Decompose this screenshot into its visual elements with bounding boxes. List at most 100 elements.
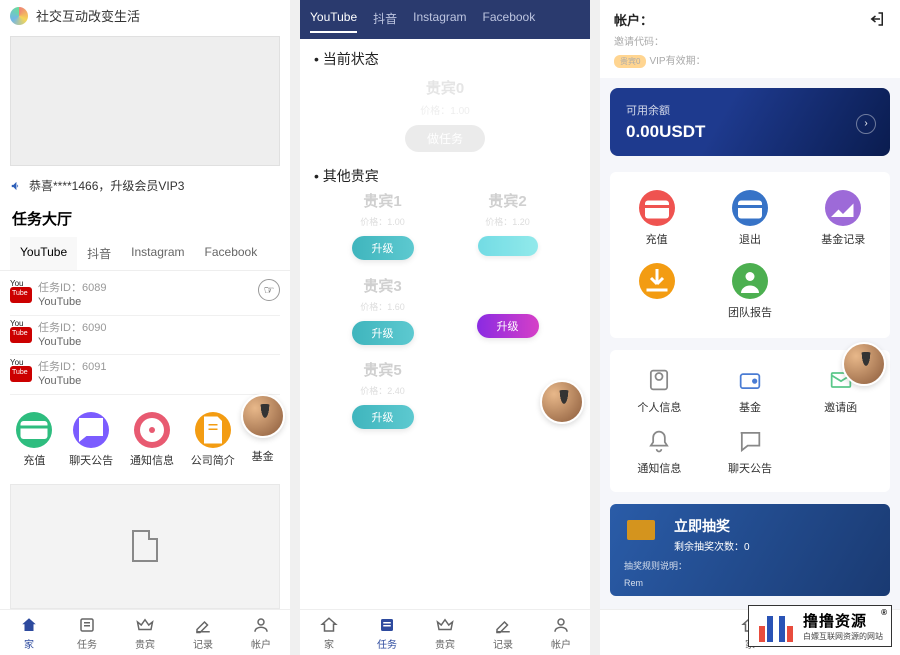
service-avatar[interactable]	[842, 342, 886, 386]
account-label: 帐户：	[614, 10, 886, 29]
chat-icon	[736, 427, 764, 455]
task-tabs: YouTube 抖音 Instagram Facebook	[0, 237, 290, 271]
team-report-item[interactable]: 团队报告	[703, 255, 796, 328]
nav-home[interactable]: 家	[19, 616, 39, 651]
balance-label: 可用余额	[626, 102, 874, 118]
team-icon	[732, 263, 768, 299]
upgrade-button[interactable]: 升级	[352, 321, 414, 345]
user-icon	[551, 616, 571, 634]
watermark-title: 撸撸资源	[803, 610, 883, 631]
service-avatar[interactable]	[241, 394, 285, 438]
slogan-text: 社交互动改变生活	[36, 6, 140, 25]
withdraw-item[interactable]: 退出	[703, 182, 796, 255]
nav-vip[interactable]: 贵宾	[435, 616, 455, 651]
bottom-nav: 家 任务 贵宾 记录 帐户	[0, 609, 290, 655]
task-row[interactable]: 任务ID：6090 YouTube	[10, 316, 280, 356]
download-item[interactable]	[610, 255, 703, 328]
nav-record[interactable]: 记录	[193, 616, 213, 651]
panel-account: 帐户： 邀请代码： 贵宾0VIP有效期： 可用余额 0.00USDT › 充值 …	[600, 0, 900, 655]
task-id: 任务ID：6091	[38, 360, 106, 374]
upgrade-button[interactable]: 升级	[352, 405, 414, 429]
tab-instagram[interactable]: Instagram	[121, 237, 194, 270]
logo-icon	[10, 7, 28, 25]
tab-douyin[interactable]: 抖音	[373, 10, 397, 33]
nav-record[interactable]: 记录	[493, 616, 513, 651]
task-name: YouTube	[38, 295, 106, 309]
lottery-remaining: 剩余抽奖次数：0	[674, 538, 876, 553]
task-list: ☞ 任务ID：6089 YouTube 任务ID：6090 YouTube 任务…	[0, 271, 290, 400]
nav-task[interactable]: 任务	[77, 616, 97, 651]
crown-icon	[135, 616, 155, 634]
company-action[interactable]: 公司简介	[191, 412, 235, 468]
chart-icon	[825, 190, 861, 226]
youtube-icon	[10, 327, 32, 343]
chat-notice-item[interactable]: 聊天公告	[705, 421, 796, 482]
logout-icon[interactable]	[868, 10, 886, 28]
tab-youtube[interactable]: YouTube	[310, 10, 357, 33]
account-menu-grid: 充值 退出 基金记录 团队报告	[610, 172, 890, 338]
platform-tabs: YouTube 抖音 Instagram Facebook	[300, 0, 590, 39]
chat-notice-action[interactable]: 聊天公告	[69, 412, 113, 468]
nav-account[interactable]: 帐户	[551, 616, 571, 651]
profile-item[interactable]: 个人信息	[614, 360, 705, 421]
recharge-item[interactable]: 充值	[610, 182, 703, 255]
lottery-title: 立即抽奖	[674, 516, 876, 536]
tab-youtube[interactable]: YouTube	[10, 237, 77, 270]
do-task-button[interactable]: 做任务	[405, 125, 485, 152]
chat-icon	[73, 412, 109, 448]
crown-icon	[435, 616, 455, 634]
fund-item[interactable]: 基金	[705, 360, 796, 421]
empty-placeholder	[10, 484, 280, 609]
notify-item[interactable]: 通知信息	[614, 421, 705, 482]
balance-amount: 0.00USDT	[626, 122, 874, 142]
nav-task[interactable]: 任务	[377, 616, 397, 651]
arrow-right-icon[interactable]: ›	[856, 114, 876, 134]
lottery-card[interactable]: 立即抽奖 剩余抽奖次数：0 抽奖规则说明： Rem	[610, 504, 890, 596]
tab-douyin[interactable]: 抖音	[77, 237, 121, 270]
tab-instagram[interactable]: Instagram	[413, 10, 466, 33]
edit-icon	[493, 616, 513, 634]
fund-record-item[interactable]: 基金记录	[797, 182, 890, 255]
invite-code-label: 邀请代码：	[614, 33, 886, 48]
wallet-icon	[639, 190, 675, 226]
tab-facebook[interactable]: Facebook	[195, 237, 268, 270]
gift-icon	[624, 510, 658, 540]
panel-home: 社交互动改变生活 恭喜****1466，升级会员VIP3 任务大厅 YouTub…	[0, 0, 290, 655]
task-row[interactable]: 任务ID：6089 YouTube	[10, 276, 280, 316]
youtube-icon	[10, 287, 32, 303]
hand-pointer-icon[interactable]: ☞	[258, 279, 280, 301]
vip-card-5: 贵宾5 价格：2.40 升级	[330, 359, 435, 429]
vip-name: 贵宾0	[330, 77, 560, 98]
wallet-icon	[736, 366, 764, 394]
tab-facebook[interactable]: Facebook	[483, 10, 536, 33]
account-menu-grid-2: 个人信息 基金 邀请函 通知信息 聊天公告	[610, 350, 890, 492]
service-avatar[interactable]	[540, 380, 584, 424]
nav-vip[interactable]: 贵宾	[135, 616, 155, 651]
task-name: YouTube	[38, 374, 106, 388]
vip-expire-label: VIP有效期：	[649, 56, 705, 67]
edit-icon	[193, 616, 213, 634]
nav-account[interactable]: 帐户	[251, 616, 271, 651]
vip-card-3: 贵宾3 价格：1.60 升级	[330, 275, 435, 345]
vip-card-2: 贵宾2 价格：1.20	[455, 190, 560, 261]
broken-doc-icon	[132, 530, 158, 562]
home-icon	[19, 616, 39, 634]
upgrade-button[interactable]	[478, 236, 538, 256]
watermark-subtitle: 白嫖互联网资源的网站	[803, 631, 883, 642]
header: 社交互动改变生活	[0, 0, 290, 31]
upgrade-button[interactable]: 升级	[352, 236, 414, 260]
recharge-action[interactable]: 充值	[16, 412, 52, 468]
upgrade-button[interactable]: 升级	[477, 314, 539, 338]
fund-action[interactable]: 基金	[252, 412, 274, 468]
user-icon	[251, 616, 271, 634]
sound-icon	[10, 179, 24, 193]
watermark-logo-icon	[757, 610, 797, 642]
announcement-bar: 恭喜****1466，升级会员VIP3	[0, 171, 290, 200]
task-row[interactable]: 任务ID：6091 YouTube	[10, 355, 280, 395]
balance-card[interactable]: 可用余额 0.00USDT ›	[610, 88, 890, 156]
nav-home[interactable]: 家	[319, 616, 339, 651]
profile-icon	[645, 366, 673, 394]
youtube-icon	[10, 366, 32, 382]
bottom-nav: 家 任务 贵宾 记录 帐户	[300, 609, 590, 655]
notify-action[interactable]: 通知信息	[130, 412, 174, 468]
